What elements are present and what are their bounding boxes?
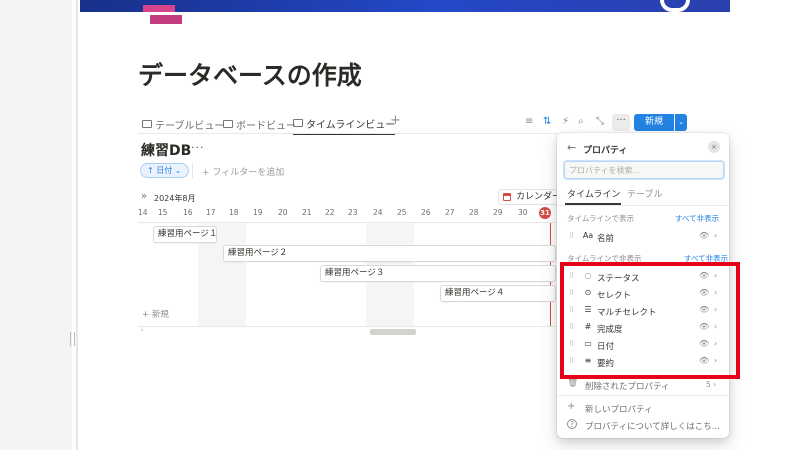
text-icon: Aa (582, 231, 594, 240)
drag-handle-icon[interactable]: ⠿ (569, 232, 574, 240)
timeline-day: 16 (183, 208, 193, 217)
expand-icon[interactable]: ⤡ (596, 116, 604, 127)
panel-divider (557, 205, 729, 206)
timeline-day: 25 (397, 208, 407, 217)
timeline-icon (293, 119, 303, 127)
panel-tab-table[interactable]: テーブル (627, 187, 662, 200)
timeline-day: 15 (158, 208, 168, 217)
gutter-divider (76, 0, 78, 450)
back-arrow-icon[interactable]: ← (567, 141, 576, 154)
timeline-day: 30 (518, 208, 528, 217)
board-icon (223, 120, 233, 128)
timeline-day: 20 (278, 208, 288, 217)
trash-icon: 🗑 (567, 378, 579, 388)
deleted-count: 5 › (706, 380, 717, 389)
shown-section-label: タイムラインで表示 (567, 214, 634, 223)
tab-board-view[interactable]: ボードビュー (223, 113, 296, 135)
timeline-month: 2024年8月 (154, 194, 196, 203)
table-icon (142, 120, 152, 128)
deleted-properties-button[interactable]: 削除されたプロパティ (585, 380, 670, 392)
timeline-day: 22 (325, 208, 335, 217)
add-filter-button[interactable]: + フィルターを追加 (202, 165, 284, 178)
sort-chip-date[interactable]: ↑ 日付 ⌄ (140, 163, 189, 178)
timeline-day: 23 (348, 208, 358, 217)
automation-icon[interactable]: ⚡ (562, 116, 569, 127)
scroll-left-arrow[interactable]: ‹ (141, 327, 143, 334)
property-search-input[interactable] (564, 161, 724, 179)
timeline-day: 28 (469, 208, 479, 217)
timeline-item[interactable]: 練習用ページ１ (153, 226, 217, 243)
panel-tab-timeline[interactable]: タイムライン (567, 187, 620, 200)
tab-label: タイムラインビュー (306, 119, 396, 131)
timeline-item[interactable]: 練習用ページ４ (440, 285, 556, 302)
hide-all-button[interactable]: すべて非表示 (675, 213, 719, 224)
property-label: 名前 (597, 234, 615, 244)
expand-sidebar-icon[interactable]: » (141, 191, 147, 202)
tab-label: ボードビュー (236, 120, 296, 132)
timeline-grid: 練習用ページ１ 練習用ページ２ 練習用ページ３ 練習用ページ４ + 新規 (138, 222, 556, 327)
close-icon[interactable]: × (708, 141, 720, 153)
timeline-bottom-border (138, 326, 556, 327)
new-button[interactable]: 新規 (634, 114, 674, 131)
search-icon[interactable]: ⌕ (578, 116, 584, 127)
highlight-box (560, 262, 740, 379)
timeline-day: 27 (445, 208, 455, 217)
timeline-area: 14 15 16 17 18 19 20 21 22 23 24 25 26 2… (138, 205, 556, 327)
tab-label: テーブルビュー (155, 120, 225, 132)
property-row-name[interactable]: ⠿ Aa 名前 👁 › (557, 229, 729, 245)
timeline-item[interactable]: 練習用ページ３ (320, 265, 556, 282)
cover-image[interactable] (80, 0, 730, 12)
new-dropdown-button[interactable]: ⌄ (675, 114, 687, 131)
chevron-right-icon[interactable]: › (714, 231, 717, 240)
timeline-item[interactable]: 練習用ページ２ (223, 245, 556, 262)
filter-icon[interactable]: ≡ (525, 116, 533, 127)
timeline-day: 24 (373, 208, 383, 217)
add-view-button[interactable]: + (390, 113, 401, 128)
eye-icon[interactable]: 👁 (699, 231, 709, 240)
calendar-icon (503, 193, 511, 201)
sort-icon[interactable]: ⇅ (543, 116, 551, 127)
plus-icon: + (567, 401, 576, 412)
database-more-button[interactable]: ··· (191, 141, 205, 154)
tabs-divider (138, 133, 558, 134)
help-icon: ? (567, 419, 577, 429)
timeline-day: 18 (229, 208, 239, 217)
tab-table-view[interactable]: テーブルビュー (142, 113, 224, 135)
timeline-day: 17 (206, 208, 216, 217)
tab-timeline-view[interactable]: タイムラインビュー (293, 113, 396, 135)
filter-divider (192, 163, 193, 178)
cover-decoration (143, 5, 175, 12)
today-marker: 31 (539, 207, 551, 219)
timeline-day: 26 (421, 208, 431, 217)
left-gutter (0, 0, 72, 450)
timeline-day: 21 (302, 208, 312, 217)
timeline-day: 19 (253, 208, 263, 217)
page-title: データベースの作成 (138, 61, 362, 90)
timeline-new-button[interactable]: + 新規 (142, 308, 169, 320)
panel-title: プロパティ (583, 146, 628, 156)
new-property-button[interactable]: 新しいプロパティ (585, 403, 653, 415)
more-options-button[interactable]: ··· (612, 114, 630, 131)
resize-handle[interactable] (70, 332, 75, 346)
property-help-link[interactable]: プロパティについて詳しくはこち... (585, 420, 720, 432)
timeline-day: 14 (138, 208, 148, 217)
timeline-day: 29 (493, 208, 503, 217)
panel-divider (557, 395, 729, 396)
horizontal-scrollbar[interactable] (370, 329, 416, 335)
database-title[interactable]: 練習DB (141, 140, 191, 160)
cover-decoration (150, 15, 182, 24)
